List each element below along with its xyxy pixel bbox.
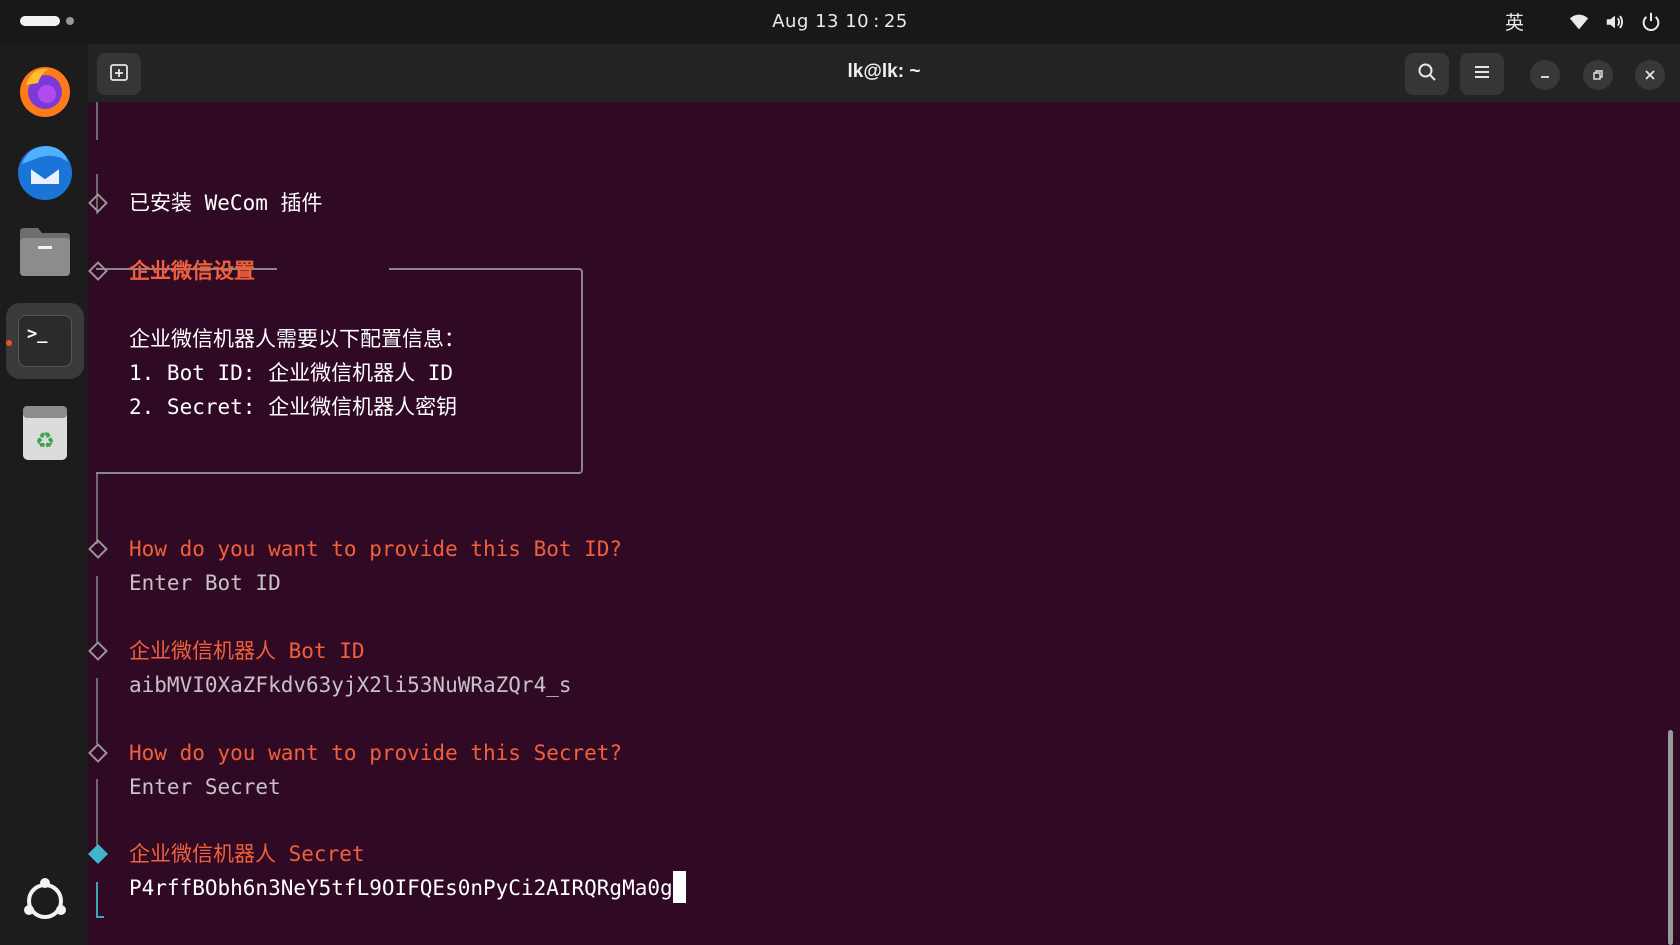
thunderbird-icon[interactable] [12, 138, 78, 204]
settings-line: 1. Bot ID: 企业微信机器人 ID [129, 361, 454, 385]
terminal-icon[interactable]: >_ [6, 303, 84, 379]
settings-heading: 企业微信设置 [129, 259, 255, 283]
search-button[interactable] [1405, 53, 1449, 95]
restore-icon [1592, 66, 1604, 85]
tree-line [96, 102, 98, 140]
settings-line: 2. Secret: 企业微信机器人密钥 [129, 395, 458, 419]
bot-id-label: 企业微信机器人 Bot ID [129, 639, 365, 663]
input-method-indicator[interactable]: 英 [1505, 8, 1524, 35]
wifi-icon[interactable] [1568, 11, 1590, 33]
svg-text:♻: ♻ [35, 429, 55, 454]
tree-line [96, 678, 98, 744]
tree-line-active [96, 882, 98, 918]
step-diamond-icon [88, 743, 108, 763]
step-diamond-icon [88, 539, 108, 559]
restore-button[interactable] [1583, 60, 1613, 90]
text-cursor [672, 871, 686, 903]
secret-input-value: P4rffBObh6n3NeY5tfL9OIFQEs0nPyCi2AIRQRgM… [129, 876, 673, 900]
box-title-gap [277, 264, 389, 272]
trash-icon[interactable]: ♻ [12, 400, 78, 466]
secret-question: How do you want to provide this Secret? [129, 741, 623, 765]
menu-button[interactable] [1460, 53, 1504, 95]
header-bar: lk@lk: ~ [88, 44, 1680, 102]
top-bar: Aug 13 10 : 25 英 [0, 0, 1680, 44]
running-indicator [6, 340, 12, 346]
minimize-icon [1539, 66, 1551, 85]
terminal-glyph: >_ [27, 324, 48, 344]
secret-input[interactable]: P4rffBObh6n3NeY5tfL9OIFQEs0nPyCi2AIRQRgM… [129, 871, 686, 905]
close-button[interactable] [1635, 60, 1665, 90]
close-icon [1644, 66, 1656, 85]
terminal-window: lk@lk: ~ 已安装 WeCom 插件 企业微信设置 企业微信机器人需要以下… [88, 44, 1680, 945]
tree-line [96, 779, 98, 845]
tree-line [96, 474, 98, 544]
settings-line: 企业微信机器人需要以下配置信息： [129, 327, 465, 351]
installed-message: 已安装 WeCom 插件 [129, 191, 323, 215]
volume-icon[interactable] [1604, 11, 1626, 33]
active-step-diamond-icon [88, 844, 108, 864]
step-diamond-icon [88, 193, 108, 213]
bot-id-answer: Enter Bot ID [129, 571, 281, 595]
secret-label: 企业微信机器人 Secret [129, 842, 365, 866]
firefox-icon[interactable] [12, 57, 78, 123]
tree-line-active-end [96, 916, 104, 918]
terminal-content[interactable]: 已安装 WeCom 插件 企业微信设置 企业微信机器人需要以下配置信息： 1. … [88, 102, 1680, 945]
secret-answer: Enter Secret [129, 775, 281, 799]
tree-line [96, 576, 98, 642]
clock[interactable]: Aug 13 10 : 25 [0, 11, 1680, 32]
step-diamond-icon [88, 641, 108, 661]
minimize-button[interactable] [1530, 60, 1560, 90]
system-tray[interactable]: 英 [1505, 8, 1662, 35]
ubuntu-logo-icon[interactable] [12, 868, 78, 934]
power-icon[interactable] [1640, 11, 1662, 33]
menu-icon [1473, 63, 1491, 85]
dock: >_ ♻ [0, 44, 88, 945]
search-icon [1417, 62, 1437, 86]
bot-id-question: How do you want to provide this Bot ID? [129, 537, 623, 561]
files-icon[interactable] [12, 218, 78, 284]
bot-id-value: aibMVI0XaZFkdv63yjX2li53NuWRaZQr4_s [129, 673, 572, 697]
scrollbar[interactable] [1668, 730, 1673, 945]
